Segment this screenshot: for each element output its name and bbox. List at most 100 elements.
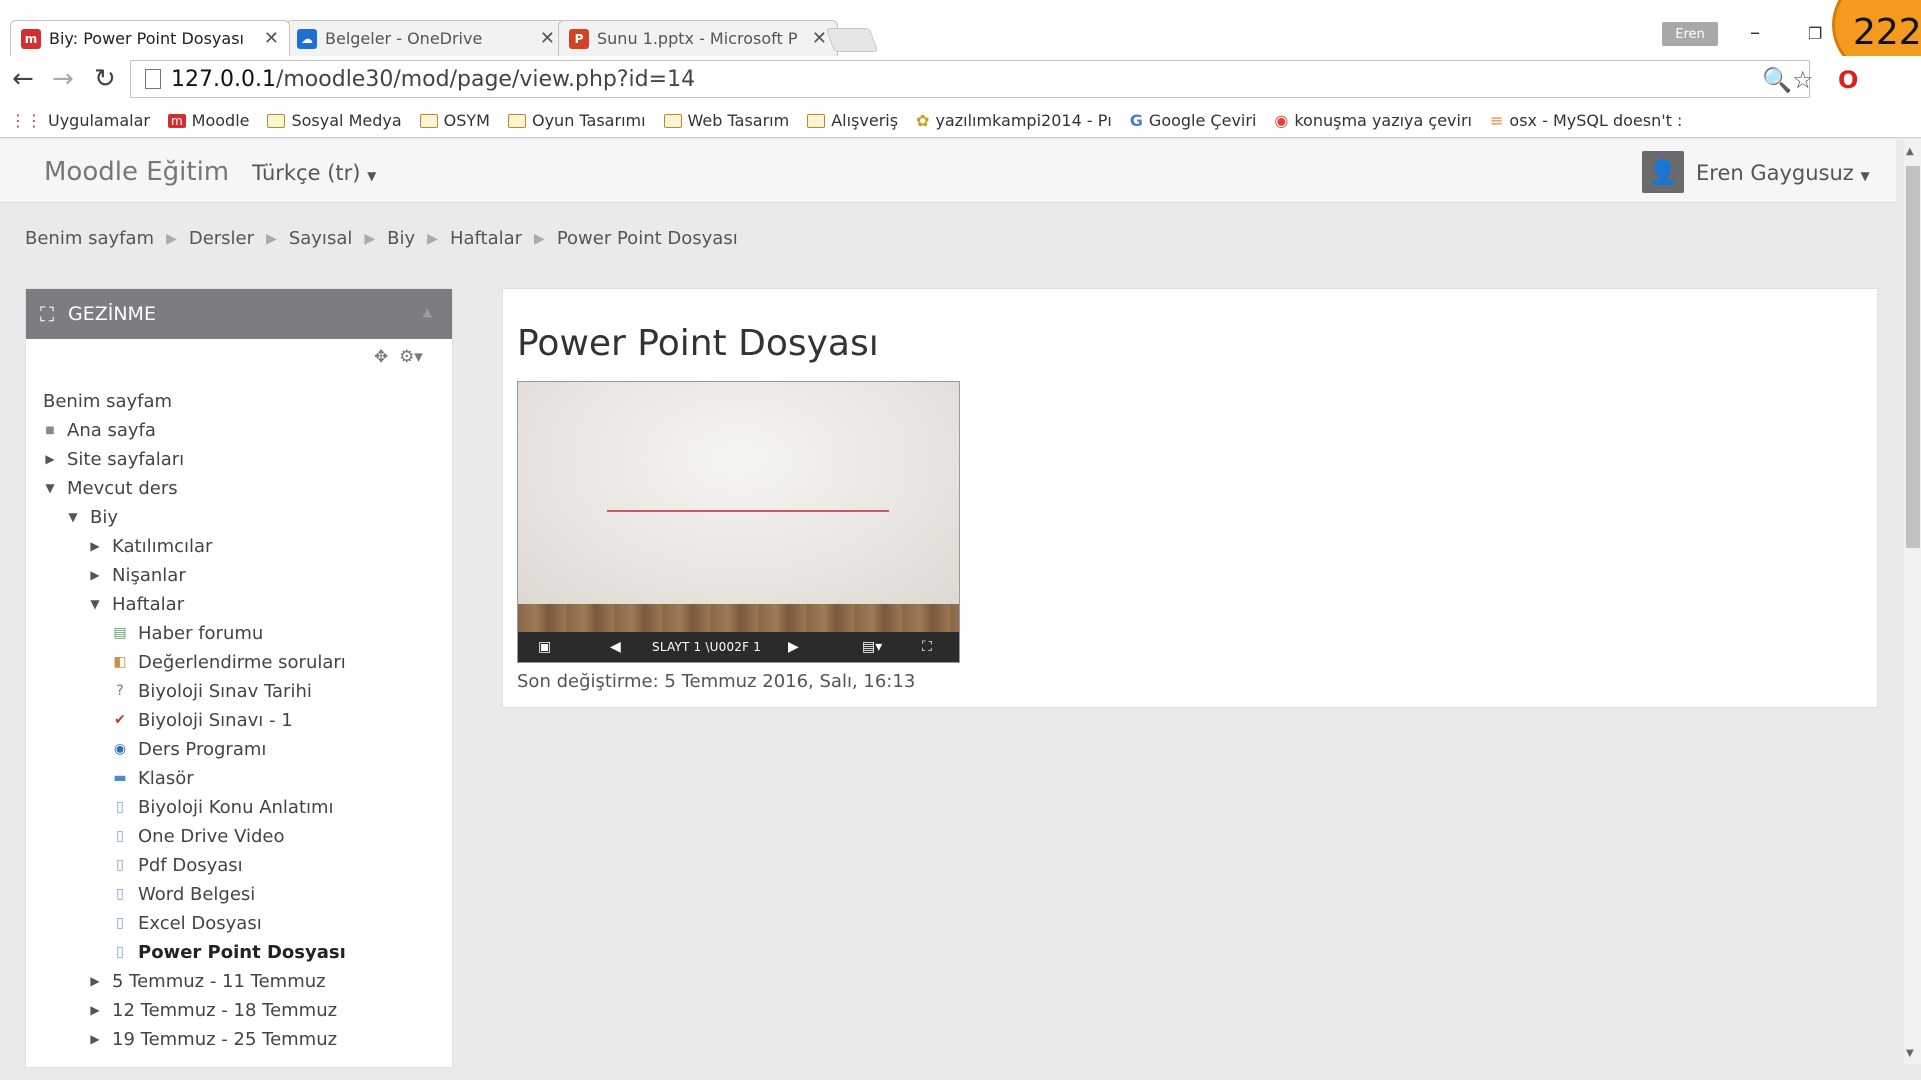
user-menu[interactable]: Eren Gaygusuz ▼ xyxy=(1696,161,1870,185)
tree-item-katilimcilar[interactable]: ▶ Katılımcılar xyxy=(88,532,212,560)
address-bar[interactable]: 127.0.0.1/moodle30/mod/page/view.php?id=… xyxy=(130,60,1810,98)
caret-down-icon: ▼ xyxy=(367,169,377,183)
previous-slide-icon[interactable]: ◀ xyxy=(610,639,621,655)
bookmark-label: Alışveriş xyxy=(831,111,899,130)
tree-label: Katılımcılar xyxy=(112,535,213,557)
bookmark-konusma[interactable]: ◉ konuşma yazıya çevirı xyxy=(1274,111,1472,130)
bookmark-yazilimkampi[interactable]: ✿ yazılımkampi2014 - Pı xyxy=(916,111,1112,130)
tree-label: Benim sayfam xyxy=(43,390,173,412)
tree-item-nisanlar[interactable]: ▶ Nişanlar xyxy=(88,561,185,589)
bookmark-mysql[interactable]: ≡ osx - MySQL doesn't : xyxy=(1490,111,1682,130)
tree-label: 12 Temmuz - 18 Temmuz xyxy=(112,999,338,1021)
fullscreen-icon[interactable]: ⛶ xyxy=(922,639,932,655)
browser-tab-moodle[interactable]: m Biy: Power Point Dosyası ✕ xyxy=(10,20,290,56)
tree-item-site-sayfalari[interactable]: ▶ Site sayfaları xyxy=(43,445,184,473)
breadcrumb-separator-icon: ▶ xyxy=(166,230,177,247)
tree-item-activity[interactable]: ▯ Pdf Dosyası xyxy=(110,851,243,879)
tree-item-activity[interactable]: ✔ Biyoloji Sınavı - 1 xyxy=(110,706,293,734)
bookmark-apps[interactable]: ⋮⋮ Uygulamalar xyxy=(10,111,150,130)
browser-tab-powerpoint[interactable]: P Sunu 1.pptx - Microsoft P ✕ xyxy=(558,20,838,56)
tree-item-activity[interactable]: ▤ Haber forumu xyxy=(110,619,263,647)
bookmark-web-tasarim[interactable]: Web Tasarım xyxy=(663,111,789,130)
site-icon: ✿ xyxy=(916,111,930,130)
tree-item-mevcut-ders[interactable]: ▼ Mevcut ders xyxy=(43,474,177,502)
avatar[interactable]: 👤 xyxy=(1642,151,1684,193)
folder-icon xyxy=(663,113,682,128)
tree-label: 19 Temmuz - 25 Temmuz xyxy=(112,1028,338,1050)
bookmark-label: Moodle xyxy=(191,111,250,130)
back-icon[interactable]: ← xyxy=(12,64,34,94)
expand-right-icon: ▶ xyxy=(45,452,55,466)
tree-item-activity[interactable]: ▯ Biyoloji Konu Anlatımı xyxy=(110,793,333,821)
bookmark-moodle[interactable]: m Moodle xyxy=(167,111,250,130)
forum-icon: ▤ xyxy=(113,625,127,641)
powerpoint-embed[interactable]: ▣ ◀ SLAYT 1 \U002F 1 ▶ ▤▾ ⛶ xyxy=(517,381,960,663)
breadcrumb-item[interactable]: Sayısal xyxy=(289,228,353,249)
bookmark-osym[interactable]: OSYM xyxy=(419,111,490,130)
scroll-down-icon[interactable]: ▼ xyxy=(1906,1048,1914,1059)
language-label: Türkçe (tr) xyxy=(252,161,361,185)
star-icon[interactable]: ☆ xyxy=(1792,66,1814,94)
tree-item-activity[interactable]: ▯ Excel Dosyası xyxy=(110,909,262,937)
notes-menu-icon[interactable]: ▤▾ xyxy=(862,639,882,655)
close-icon[interactable]: ✕ xyxy=(812,28,827,49)
next-slide-icon[interactable]: ▶ xyxy=(788,639,799,655)
moodle-icon: m xyxy=(167,113,186,128)
bookmark-alisveris[interactable]: Alışveriş xyxy=(807,111,898,130)
tree-item-week[interactable]: ▶ 12 Temmuz - 18 Temmuz xyxy=(88,996,337,1024)
new-tab-button[interactable] xyxy=(825,28,879,52)
breadcrumb-item[interactable]: Dersler xyxy=(189,228,254,249)
collapse-icon[interactable]: ▲ xyxy=(423,305,432,319)
bookmark-google-ceviri[interactable]: G Google Çeviri xyxy=(1130,111,1257,130)
breadcrumb-item[interactable]: Benim sayfam xyxy=(25,228,154,249)
folder-icon xyxy=(267,113,286,128)
tree-item-benim-sayfam[interactable]: Benim sayfam xyxy=(43,387,172,415)
reload-icon[interactable]: ↻ xyxy=(94,64,116,94)
bookmark-oyun-tasarimi[interactable]: Oyun Tasarımı xyxy=(507,111,646,130)
tree-item-ana-sayfa[interactable]: ■ Ana sayfa xyxy=(43,416,156,444)
tree-label: Haftalar xyxy=(112,593,185,615)
tree-item-week[interactable]: ▶ 5 Temmuz - 11 Temmuz xyxy=(88,967,325,995)
tree-item-haftalar[interactable]: ▼ Haftalar xyxy=(88,590,184,618)
navigation-block: ⛶ GEZİNME ▲ ✥ ⚙▾ Benim sayfam ■ Ana sayfa… xyxy=(25,288,453,1068)
profile-badge[interactable]: Eren xyxy=(1662,22,1718,46)
site-brand[interactable]: Moodle Eğitim xyxy=(44,157,229,187)
tab-title: Biy: Power Point Dosyası xyxy=(49,29,244,48)
bookmark-label: OSYM xyxy=(443,111,490,130)
breadcrumb-separator-icon: ▶ xyxy=(427,230,438,247)
browser-tab-onedrive[interactable]: ☁ Belgeler - OneDrive ✕ xyxy=(286,20,566,56)
moodle-navbar: Moodle Eğitim Türkçe (tr) ▼ 👤 Eren Gaygu… xyxy=(0,139,1896,203)
tree-item-activity[interactable]: ? Biyoloji Sınav Tarihi xyxy=(110,677,312,705)
breadcrumb-item[interactable]: Haftalar xyxy=(450,228,522,249)
tree-label: Ana sayfa xyxy=(67,419,156,441)
tree-item-biy[interactable]: ▼ Biy xyxy=(66,503,118,531)
zoom-icon[interactable]: 🔍 xyxy=(1762,66,1792,94)
moodle-icon: m xyxy=(21,28,41,49)
tree-item-activity[interactable]: ◧ Değerlendirme soruları xyxy=(110,648,345,676)
scroll-up-icon[interactable]: ▲ xyxy=(1906,146,1914,157)
powerpoint-icon[interactable]: ▣ xyxy=(538,639,551,655)
tree-item-activity[interactable]: ▯ One Drive Video xyxy=(110,822,284,850)
bookmark-sosyal-medya[interactable]: Sosyal Medya xyxy=(267,111,402,130)
tree-item-activity[interactable]: ▯ Word Belgesi xyxy=(110,880,255,908)
tab-title: Sunu 1.pptx - Microsoft P xyxy=(597,29,798,48)
expand-right-icon: ▶ xyxy=(90,539,100,553)
tree-item-activity-current[interactable]: ▯ Power Point Dosyası xyxy=(110,938,346,966)
forward-icon[interactable]: → xyxy=(52,64,74,94)
opera-icon[interactable]: O xyxy=(1838,66,1858,94)
move-icon[interactable]: ✥ xyxy=(374,347,388,367)
language-menu[interactable]: Türkçe (tr) ▼ xyxy=(252,161,376,185)
expand-right-icon: ▶ xyxy=(90,568,100,582)
minimize-icon[interactable]: – xyxy=(1750,20,1760,44)
bookmark-label: Google Çeviri xyxy=(1148,111,1257,130)
scrollbar-thumb[interactable] xyxy=(1906,166,1920,548)
close-icon[interactable]: ✕ xyxy=(264,28,279,49)
tree-item-activity[interactable]: ▬ Klasör xyxy=(110,764,193,792)
tree-item-week[interactable]: ▶ 19 Temmuz - 25 Temmuz xyxy=(88,1025,337,1053)
tree-item-activity[interactable]: ◉ Ders Programı xyxy=(110,735,267,763)
block-title: GEZİNME xyxy=(68,303,156,325)
close-icon[interactable]: ✕ xyxy=(540,28,555,49)
breadcrumb-item[interactable]: Biy xyxy=(387,228,415,249)
gear-icon[interactable]: ⚙▾ xyxy=(399,347,423,367)
restore-icon[interactable]: ❐ xyxy=(1808,24,1822,43)
